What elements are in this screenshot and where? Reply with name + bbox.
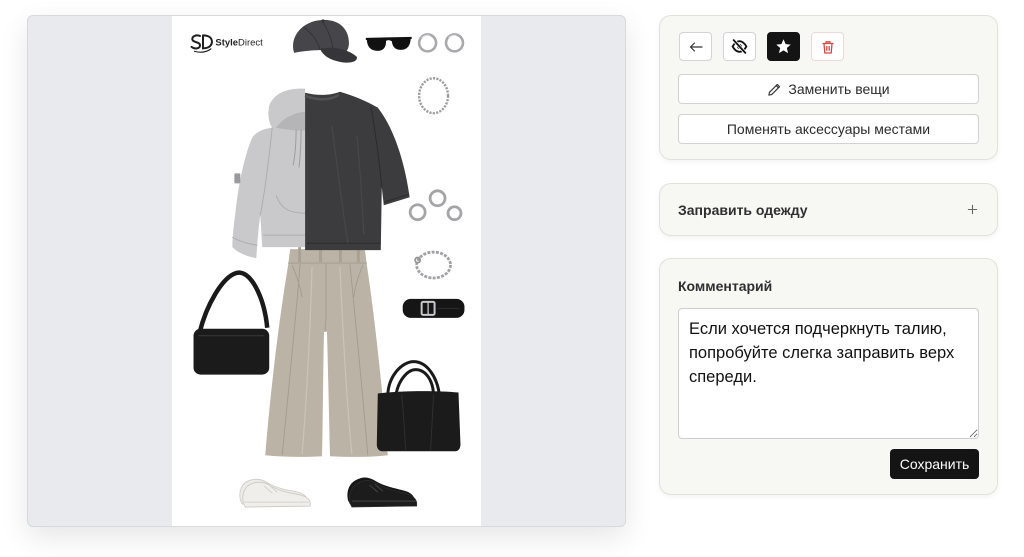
comment-textarea[interactable]: Если хочется подчеркнуть талию, попробуй… [678, 308, 979, 439]
outfit-actions-card: Заменить вещи Поменять аксессуары местам… [659, 15, 998, 160]
outfit-preview-panel: StyleDirect [27, 15, 626, 527]
favorite-button[interactable] [767, 32, 800, 61]
belt-item [402, 298, 465, 318]
brand-logo-text-light: Direct [238, 37, 263, 48]
hoodie-item [232, 88, 306, 259]
brand-logo-mark [190, 34, 213, 53]
eye-off-icon [731, 38, 748, 55]
sunglasses-item [365, 36, 412, 51]
hoop-earrings-item [417, 33, 465, 53]
trash-icon [822, 40, 833, 54]
save-button[interactable]: Сохранить [890, 449, 979, 479]
tote-bag-item [376, 360, 461, 452]
baseball-cap-item [293, 19, 357, 63]
brand-logo-text-bold: Style [215, 37, 238, 48]
rings-item [408, 189, 463, 222]
back-button[interactable] [679, 32, 712, 61]
outfit-collage: StyleDirect [190, 19, 465, 508]
hide-button[interactable] [723, 32, 756, 61]
crossbody-bag-item [193, 270, 270, 375]
chain-bracelet-item [414, 250, 452, 280]
tuck-clothing-section[interactable]: Заправить одежду [659, 183, 998, 236]
delete-button[interactable] [811, 32, 844, 61]
brand-logo: StyleDirect [190, 34, 263, 53]
outfit-toolbar [679, 32, 844, 61]
comment-label: Комментарий [678, 278, 773, 294]
swap-accessories-label: Поменять аксессуары местами [726, 121, 931, 137]
swap-accessories-button[interactable]: Поменять аксессуары местами [678, 114, 979, 144]
black-sneakers-item [347, 477, 418, 508]
oversized-tshirt-item [304, 91, 410, 251]
replace-items-label: Заменить вещи [788, 81, 890, 97]
star-icon [776, 39, 791, 54]
chain-necklace-item [417, 77, 450, 115]
comment-card: Комментарий Если хочется подчеркнуть тал… [659, 258, 998, 495]
plus-icon[interactable] [967, 204, 978, 215]
wide-leg-trousers-item [265, 247, 388, 457]
pencil-icon [768, 83, 781, 96]
replace-items-button[interactable]: Заменить вещи [678, 74, 979, 104]
arrow-left-icon [689, 41, 703, 52]
tuck-clothing-title: Заправить одежду [678, 201, 808, 218]
white-sneakers-item [239, 478, 311, 508]
outfit-image: StyleDirect [172, 16, 481, 526]
brand-logo-text: StyleDirect [215, 37, 263, 48]
